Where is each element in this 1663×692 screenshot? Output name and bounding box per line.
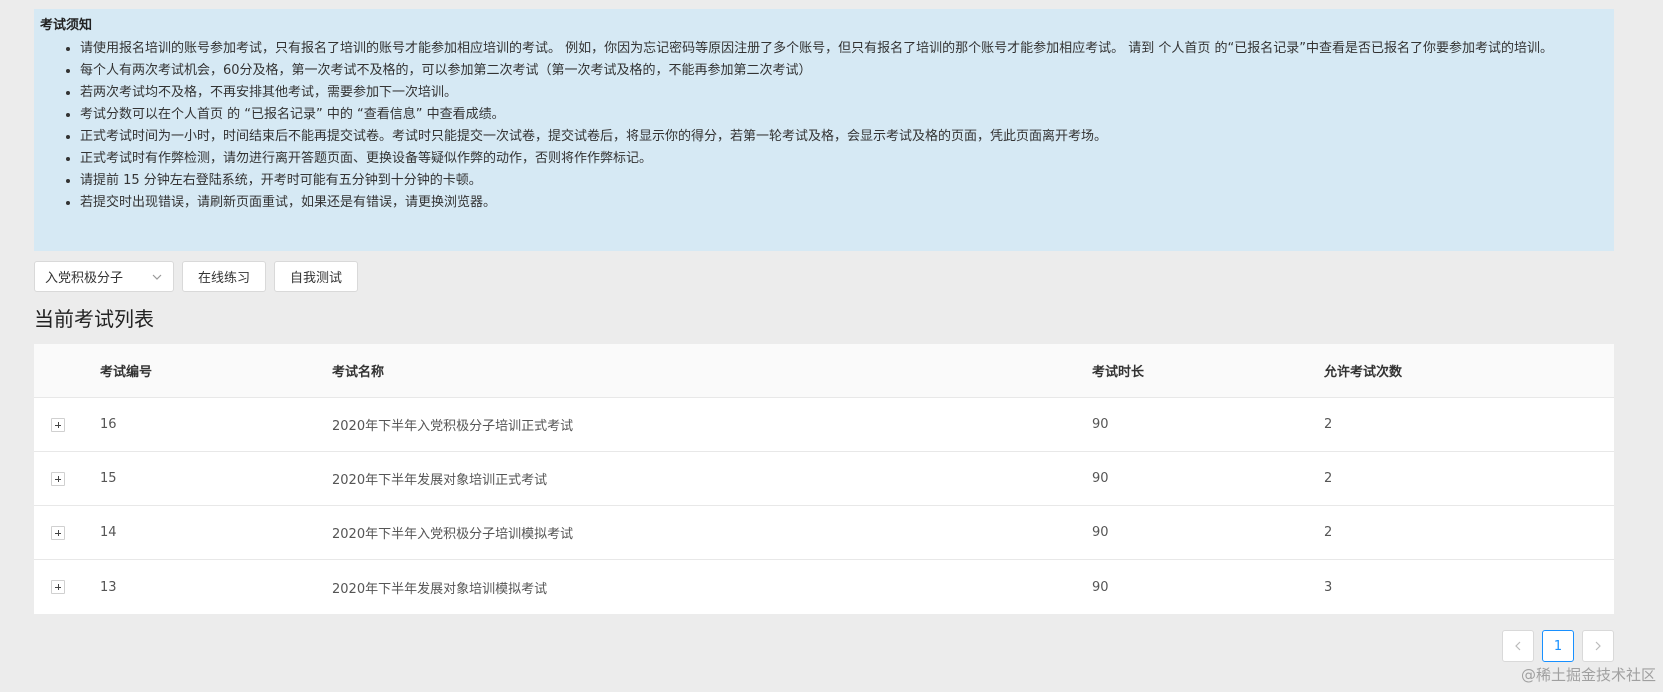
watermark: @稀土掘金技术社区 <box>1520 666 1656 684</box>
exam-toolbar: 入党积极分子 在线练习 自我测试 <box>34 261 359 292</box>
online-practice-button[interactable]: 在线练习 <box>182 261 267 292</box>
table-header-row: 考试编号 考试名称 考试时长 允许考试次数 <box>34 344 1614 398</box>
expand-row-button[interactable] <box>51 398 65 451</box>
training-type-select[interactable]: 入党积极分子 <box>34 261 174 292</box>
self-test-button[interactable]: 自我测试 <box>274 261 359 292</box>
training-type-select-value: 入党积极分子 <box>45 271 124 286</box>
exam-duration: 90 <box>1092 417 1109 432</box>
notice-item: 若两次考试均不及格，不再安排其他考试，需要参加下一次培训。 <box>80 82 1608 104</box>
notice-item: 若提交时出现错误，请刷新页面重试，如果还是有错误，请更换浏览器。 <box>80 192 1608 214</box>
exam-duration: 90 <box>1092 579 1109 595</box>
section-title: 当前考试列表 <box>34 307 154 331</box>
header-exam-id: 考试编号 <box>100 365 153 380</box>
prev-page-button[interactable] <box>1502 630 1534 662</box>
notice-item: 每个人有两次考试机会，60分及格，第一次考试不及格的，可以参加第二次考试（第一次… <box>80 60 1608 82</box>
table-row: 13 2020年下半年发展对象培训模拟考试 90 3 <box>34 560 1614 614</box>
exam-table: 考试编号 考试名称 考试时长 允许考试次数 16 2020年下半年入党积极分子培… <box>34 344 1614 614</box>
chevron-right-icon <box>1595 641 1601 651</box>
exam-duration: 90 <box>1092 471 1109 486</box>
exam-allowed-attempts: 2 <box>1324 417 1333 432</box>
exam-name: 2020年下半年发展对象培训正式考试 <box>332 473 548 488</box>
table-row: 14 2020年下半年入党积极分子培训模拟考试 90 2 <box>34 506 1614 560</box>
plus-icon <box>51 471 65 486</box>
chevron-left-icon <box>1515 641 1521 651</box>
pagination: 1 <box>1502 630 1614 662</box>
exam-notice-panel: 考试须知 请使用报名培训的账号参加考试，只有报名了培训的账号才能参加相应培训的考… <box>34 9 1614 251</box>
header-exam-duration: 考试时长 <box>1092 365 1145 380</box>
exam-name: 2020年下半年发展对象培训模拟考试 <box>332 581 548 597</box>
exam-allowed-attempts: 2 <box>1324 525 1333 540</box>
plus-icon <box>51 580 65 594</box>
expand-row-button[interactable] <box>51 560 65 614</box>
exam-duration: 90 <box>1092 525 1109 540</box>
exam-allowed-attempts: 2 <box>1324 471 1333 486</box>
chevron-down-icon <box>152 274 162 280</box>
expand-row-button[interactable] <box>51 506 65 559</box>
notice-item: 正式考试时间为一小时，时间结束后不能再提交试卷。考试时只能提交一次试卷，提交试卷… <box>80 126 1608 148</box>
notice-item: 考试分数可以在个人首页 的 “已报名记录” 中的 “查看信息” 中查看成绩。 <box>80 104 1608 126</box>
page-number-button[interactable]: 1 <box>1542 630 1574 662</box>
notice-title: 考试须知 <box>40 18 93 33</box>
table-row: 15 2020年下半年发展对象培训正式考试 90 2 <box>34 452 1614 506</box>
plus-icon <box>51 525 65 540</box>
notice-item: 请提前 15 分钟左右登陆系统，开考时可能有五分钟到十分钟的卡顿。 <box>80 170 1608 192</box>
exam-id: 15 <box>100 471 117 486</box>
exam-id: 14 <box>100 525 117 540</box>
exam-name: 2020年下半年入党积极分子培训正式考试 <box>332 419 574 434</box>
notice-item: 请使用报名培训的账号参加考试，只有报名了培训的账号才能参加相应培训的考试。 例如… <box>80 38 1608 60</box>
exam-id: 16 <box>100 417 117 432</box>
header-allowed-attempts: 允许考试次数 <box>1324 365 1403 380</box>
plus-icon <box>51 417 65 432</box>
next-page-button[interactable] <box>1582 630 1614 662</box>
exam-name: 2020年下半年入党积极分子培训模拟考试 <box>332 527 574 542</box>
exam-id: 13 <box>100 579 117 595</box>
expand-row-button[interactable] <box>51 452 65 505</box>
exam-allowed-attempts: 3 <box>1324 579 1333 595</box>
header-exam-name: 考试名称 <box>332 365 385 380</box>
notice-list: 请使用报名培训的账号参加考试，只有报名了培训的账号才能参加相应培训的考试。 例如… <box>40 38 1608 214</box>
table-row: 16 2020年下半年入党积极分子培训正式考试 90 2 <box>34 398 1614 452</box>
notice-item: 正式考试时有作弊检测，请勿进行离开答题页面、更换设备等疑似作弊的动作，否则将作作… <box>80 148 1608 170</box>
